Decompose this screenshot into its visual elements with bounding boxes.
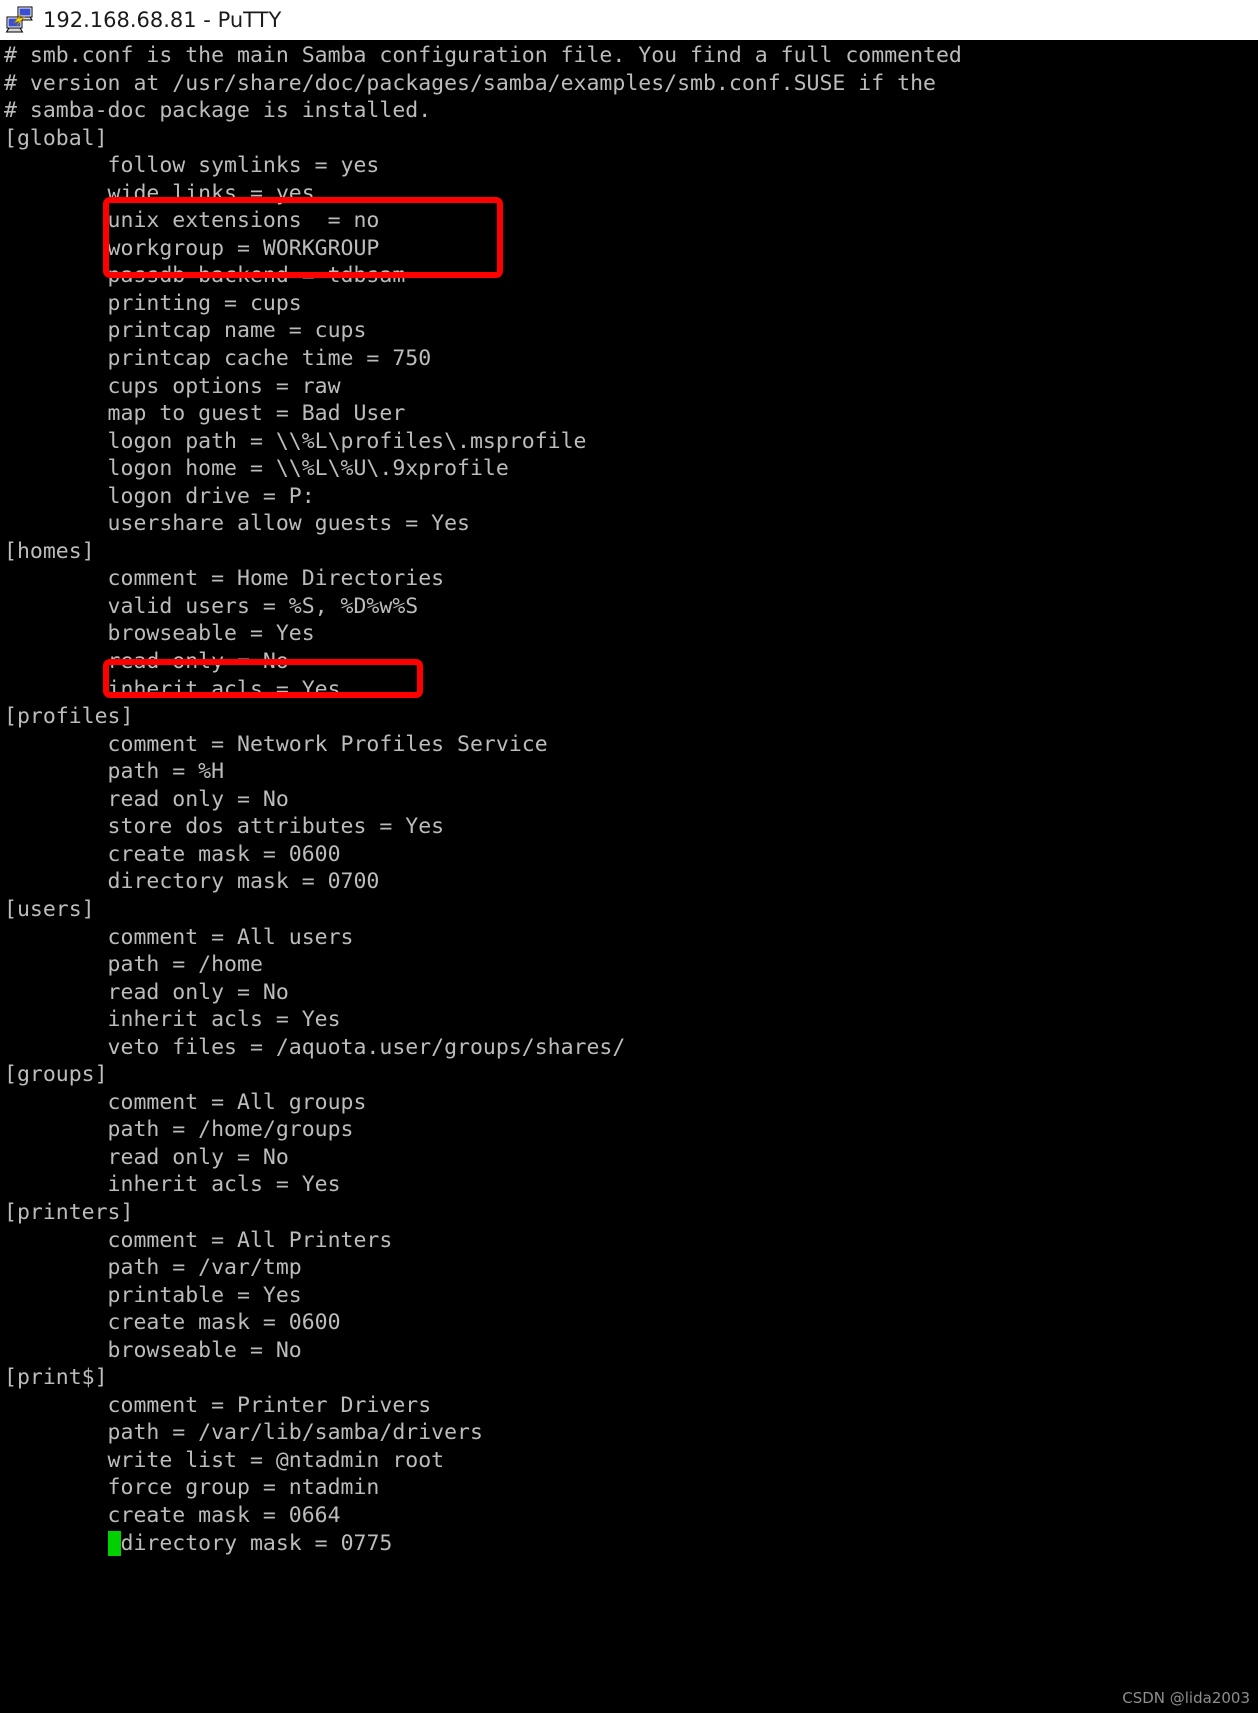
window-title: 192.168.68.81 - PuTTY bbox=[43, 8, 282, 32]
watermark: CSDN @lida2003 bbox=[1122, 1689, 1250, 1707]
window-titlebar: 192.168.68.81 - PuTTY bbox=[0, 0, 1258, 40]
putty-terminal[interactable]: # smb.conf is the main Samba configurati… bbox=[0, 40, 1258, 1713]
putty-computer-icon bbox=[5, 5, 35, 35]
terminal-output: # smb.conf is the main Samba configurati… bbox=[4, 43, 962, 1556]
terminal-cursor bbox=[107, 1530, 121, 1556]
